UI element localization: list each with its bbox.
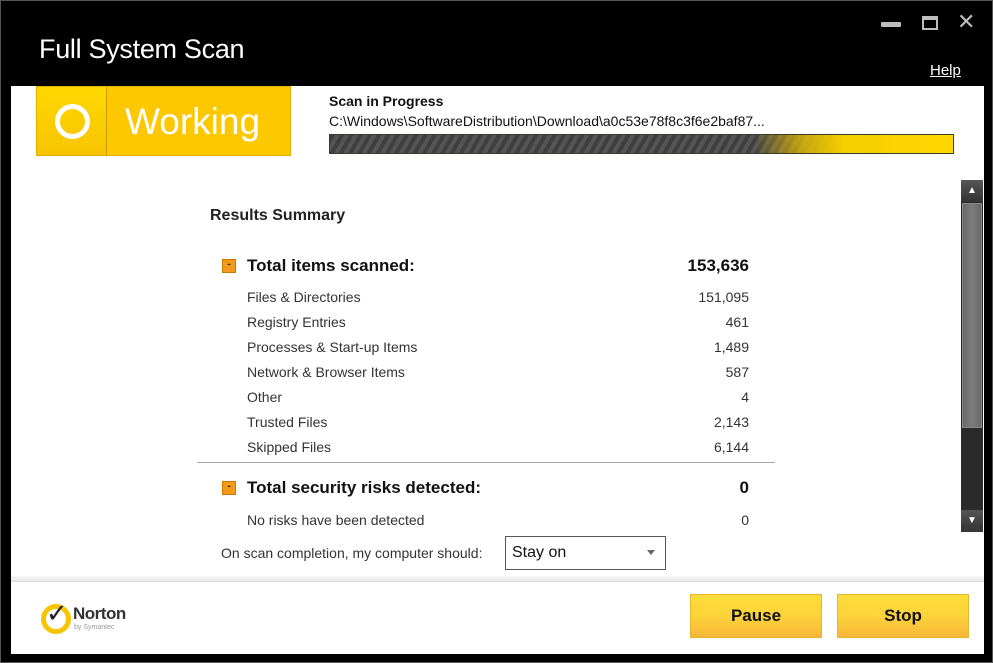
result-row: Network & Browser Items 587 bbox=[247, 364, 749, 384]
total-scanned-header: - Total items scanned: 153,636 bbox=[222, 256, 749, 278]
scroll-down-icon[interactable]: ▼ bbox=[961, 510, 983, 532]
row-label: Files & Directories bbox=[247, 289, 361, 305]
stop-button[interactable]: Stop bbox=[837, 594, 969, 638]
scan-progress-bar bbox=[329, 134, 954, 154]
scrollbar[interactable]: ▲ ▼ bbox=[961, 180, 983, 532]
norton-logo: ✓ Norton by Symantec bbox=[41, 598, 141, 636]
maximize-button[interactable] bbox=[922, 16, 938, 30]
result-row: Files & Directories 151,095 bbox=[247, 289, 749, 309]
total-scanned-label: Total items scanned: bbox=[247, 256, 415, 275]
scroll-up-icon[interactable]: ▲ bbox=[961, 180, 983, 202]
row-label: Trusted Files bbox=[247, 414, 328, 430]
scan-current-path: C:\Windows\SoftwareDistribution\Download… bbox=[329, 113, 765, 129]
checkmark-icon: ✓ bbox=[46, 598, 68, 628]
window-title: Full System Scan bbox=[39, 34, 245, 64]
row-label: Network & Browser Items bbox=[247, 364, 405, 380]
footer-separator bbox=[11, 576, 984, 582]
norton-scan-window: Full System Scan ✕ Help Working Scan in … bbox=[0, 0, 993, 663]
content-panel: Working Scan in Progress C:\Windows\Soft… bbox=[11, 86, 984, 654]
row-label: No risks have been detected bbox=[247, 512, 425, 528]
result-row: Registry Entries 461 bbox=[247, 314, 749, 334]
status-badge: Working bbox=[36, 86, 291, 156]
row-label: Processes & Start-up Items bbox=[247, 339, 418, 355]
result-row: Processes & Start-up Items 1,489 bbox=[247, 339, 749, 359]
row-value: 0 bbox=[741, 512, 749, 528]
row-value: 1,489 bbox=[713, 339, 749, 355]
status-label: Working bbox=[125, 101, 261, 142]
minimize-button[interactable] bbox=[881, 22, 901, 27]
completion-action-value: Stay on bbox=[512, 544, 567, 561]
progress-fill bbox=[753, 135, 953, 153]
collapse-icon[interactable]: - bbox=[222, 481, 236, 495]
result-row: No risks have been detected 0 bbox=[247, 512, 749, 532]
ring-icon bbox=[55, 104, 90, 139]
completion-action-select[interactable]: Stay on bbox=[505, 536, 666, 570]
collapse-icon[interactable]: - bbox=[222, 259, 236, 273]
row-value: 587 bbox=[725, 364, 749, 380]
result-row: Trusted Files 2,143 bbox=[247, 414, 749, 434]
results-summary-title: Results Summary bbox=[210, 207, 346, 224]
row-value: 4 bbox=[741, 389, 749, 405]
completion-action-label: On scan completion, my computer should: bbox=[221, 545, 483, 561]
scroll-thumb[interactable] bbox=[962, 203, 982, 428]
total-risks-label: Total security risks detected: bbox=[247, 478, 481, 497]
row-value: 151,095 bbox=[698, 289, 749, 305]
close-button[interactable]: ✕ bbox=[957, 11, 975, 33]
row-value: 6,144 bbox=[713, 439, 749, 455]
help-link[interactable]: Help bbox=[930, 62, 961, 79]
pause-button[interactable]: Pause bbox=[690, 594, 822, 638]
total-risks-value: 0 bbox=[739, 478, 749, 497]
chevron-down-icon bbox=[647, 550, 655, 555]
row-value: 2,143 bbox=[713, 414, 749, 430]
section-divider bbox=[197, 462, 775, 463]
result-row: Skipped Files 6,144 bbox=[247, 439, 749, 459]
row-label: Registry Entries bbox=[247, 314, 346, 330]
row-value: 461 bbox=[725, 314, 749, 330]
total-scanned-value: 153,636 bbox=[687, 256, 749, 275]
total-risks-header: - Total security risks detected: 0 bbox=[222, 478, 749, 500]
norton-brand: Norton bbox=[73, 604, 126, 623]
result-row: Other 4 bbox=[247, 389, 749, 409]
scan-title: Scan in Progress bbox=[329, 93, 444, 109]
norton-brand-sub: by Symantec bbox=[74, 624, 115, 631]
status-icon-cell bbox=[37, 87, 107, 155]
row-label: Other bbox=[247, 389, 283, 405]
row-label: Skipped Files bbox=[247, 439, 332, 455]
